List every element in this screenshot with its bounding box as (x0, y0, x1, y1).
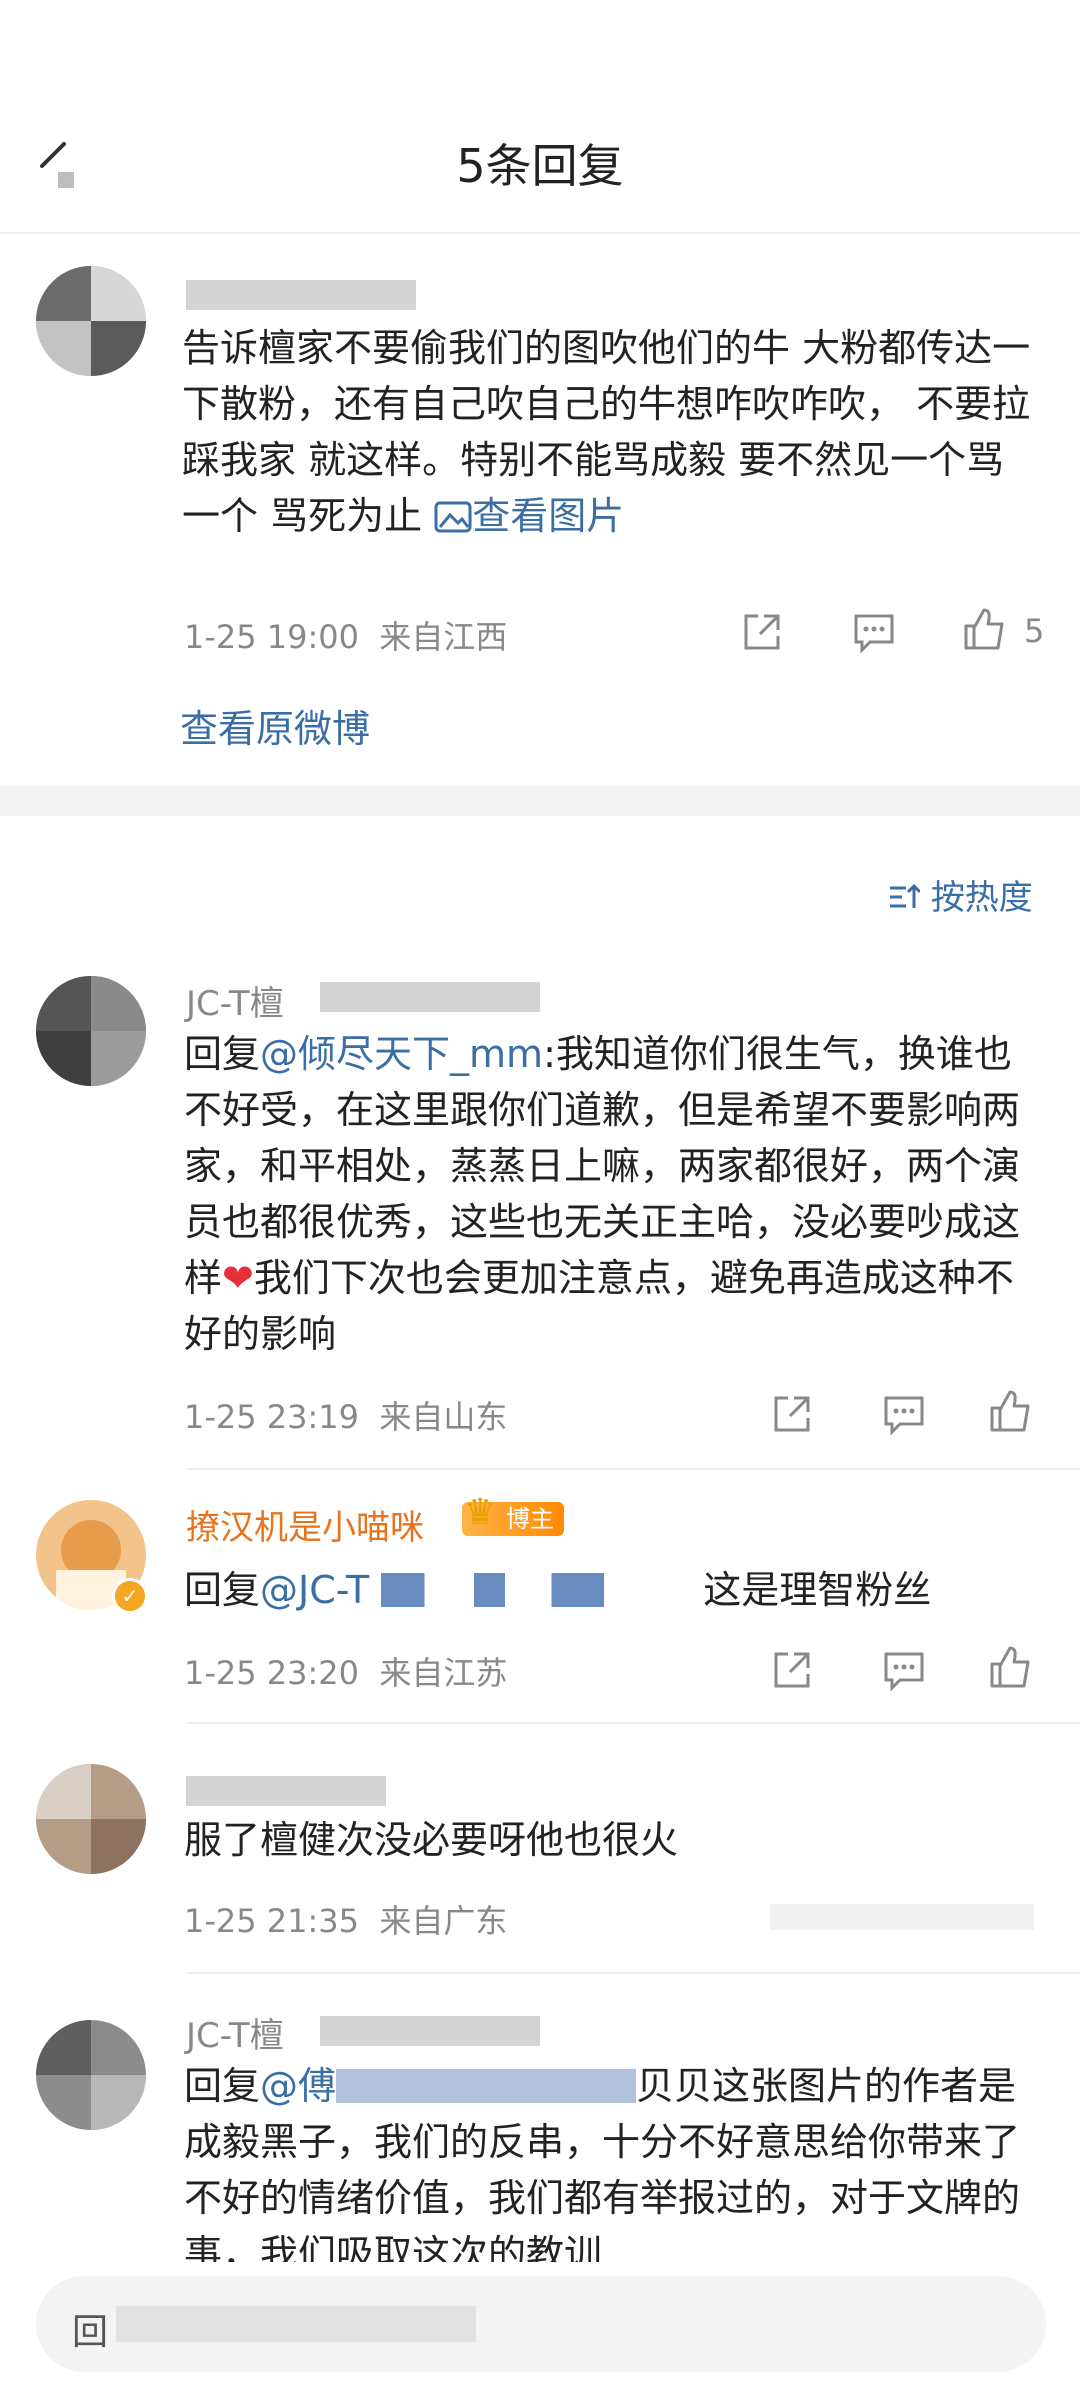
mention-link[interactable]: @倾尽天下_mm (260, 1032, 543, 1076)
avatar[interactable] (36, 266, 146, 376)
view-image-link[interactable]: 查看图片 (434, 494, 624, 538)
reply-input-label: 回 (72, 2312, 109, 2353)
mention-obscured (381, 1573, 692, 1607)
username-obscured[interactable] (186, 1776, 386, 1806)
reply-meta: 1-25 23:20 来自江苏 (184, 1654, 508, 1692)
username[interactable]: JC-T檀 (186, 2008, 284, 2057)
header-bar (0, 0, 1080, 232)
reply-text: 回复@傅 贝贝这张图片的作者是成毅黑子，我们的反串，十分不好意思给你带来了不好的情… (184, 2064, 1021, 2262)
reply-separator (186, 1722, 1080, 1724)
reply-input-placeholder-obscured (116, 2306, 476, 2342)
comment-icon[interactable] (880, 1646, 928, 1694)
username-obscured[interactable] (186, 280, 416, 310)
reply-meta: 1-25 23:19 来自山东 (184, 1398, 508, 1436)
sort-toggle[interactable]: 按热度 (888, 870, 1033, 919)
username-obscured (320, 982, 540, 1012)
reply-text: 回复@倾尽天下_mm:我知道你们很生气，换谁也不好受，在这里跟你们道歉，但是希望… (184, 1032, 1021, 1356)
sort-icon (890, 883, 922, 908)
page-title: 5条回复 (456, 139, 624, 193)
blogger-badge: ♛ 博主 (462, 1495, 564, 1536)
avatar[interactable] (36, 976, 146, 1086)
avatar[interactable] (36, 1764, 146, 1874)
crown-icon: ♛ (464, 1492, 497, 1533)
reply-separator (186, 1468, 1080, 1470)
reply-text: 回复@JC-T 这是理智粉丝 (184, 1568, 932, 1612)
username-obscured (320, 2016, 540, 2046)
username[interactable]: 撩汉机是小喵咪 (186, 1500, 424, 1549)
reply-meta: 1-25 21:35 来自广东 (184, 1902, 508, 1940)
comment-icon[interactable] (880, 1390, 928, 1438)
mention-obscured (336, 2069, 637, 2103)
view-original-link[interactable]: 查看原微博 (180, 698, 370, 753)
image-icon (434, 501, 472, 533)
share-icon[interactable] (768, 1646, 816, 1694)
username[interactable]: JC-T檀 (186, 976, 284, 1025)
like-icon[interactable] (986, 1644, 1034, 1692)
mention-link[interactable]: @傅 (260, 2064, 336, 2108)
verified-badge-icon: ✓ (112, 1578, 148, 1614)
mention-link[interactable]: @JC-T (260, 1568, 369, 1612)
like-icon[interactable] (960, 606, 1008, 654)
reply-text: 服了檀健次没必要呀他也很火 (184, 1818, 679, 1862)
comment-meta: 1-25 19:00 来自江西 (184, 618, 508, 656)
share-icon[interactable] (738, 608, 786, 656)
like-count: 5 (1024, 612, 1045, 650)
heart-emoji: ❤ (222, 1256, 254, 1300)
reply-separator (186, 1972, 1080, 1974)
share-icon[interactable] (768, 1390, 816, 1438)
action-icons-obscured (770, 1904, 1034, 1930)
comment-icon[interactable] (850, 608, 898, 656)
header-divider (0, 232, 1080, 234)
section-divider (0, 786, 1080, 816)
comment-text: 告诉檀家不要偷我们的图吹他们的牛 大粉都传达一下散粉，还有自己吹自己的牛想咋吹咋… (182, 326, 1031, 538)
avatar[interactable] (36, 2020, 146, 2130)
like-icon[interactable] (986, 1388, 1034, 1436)
